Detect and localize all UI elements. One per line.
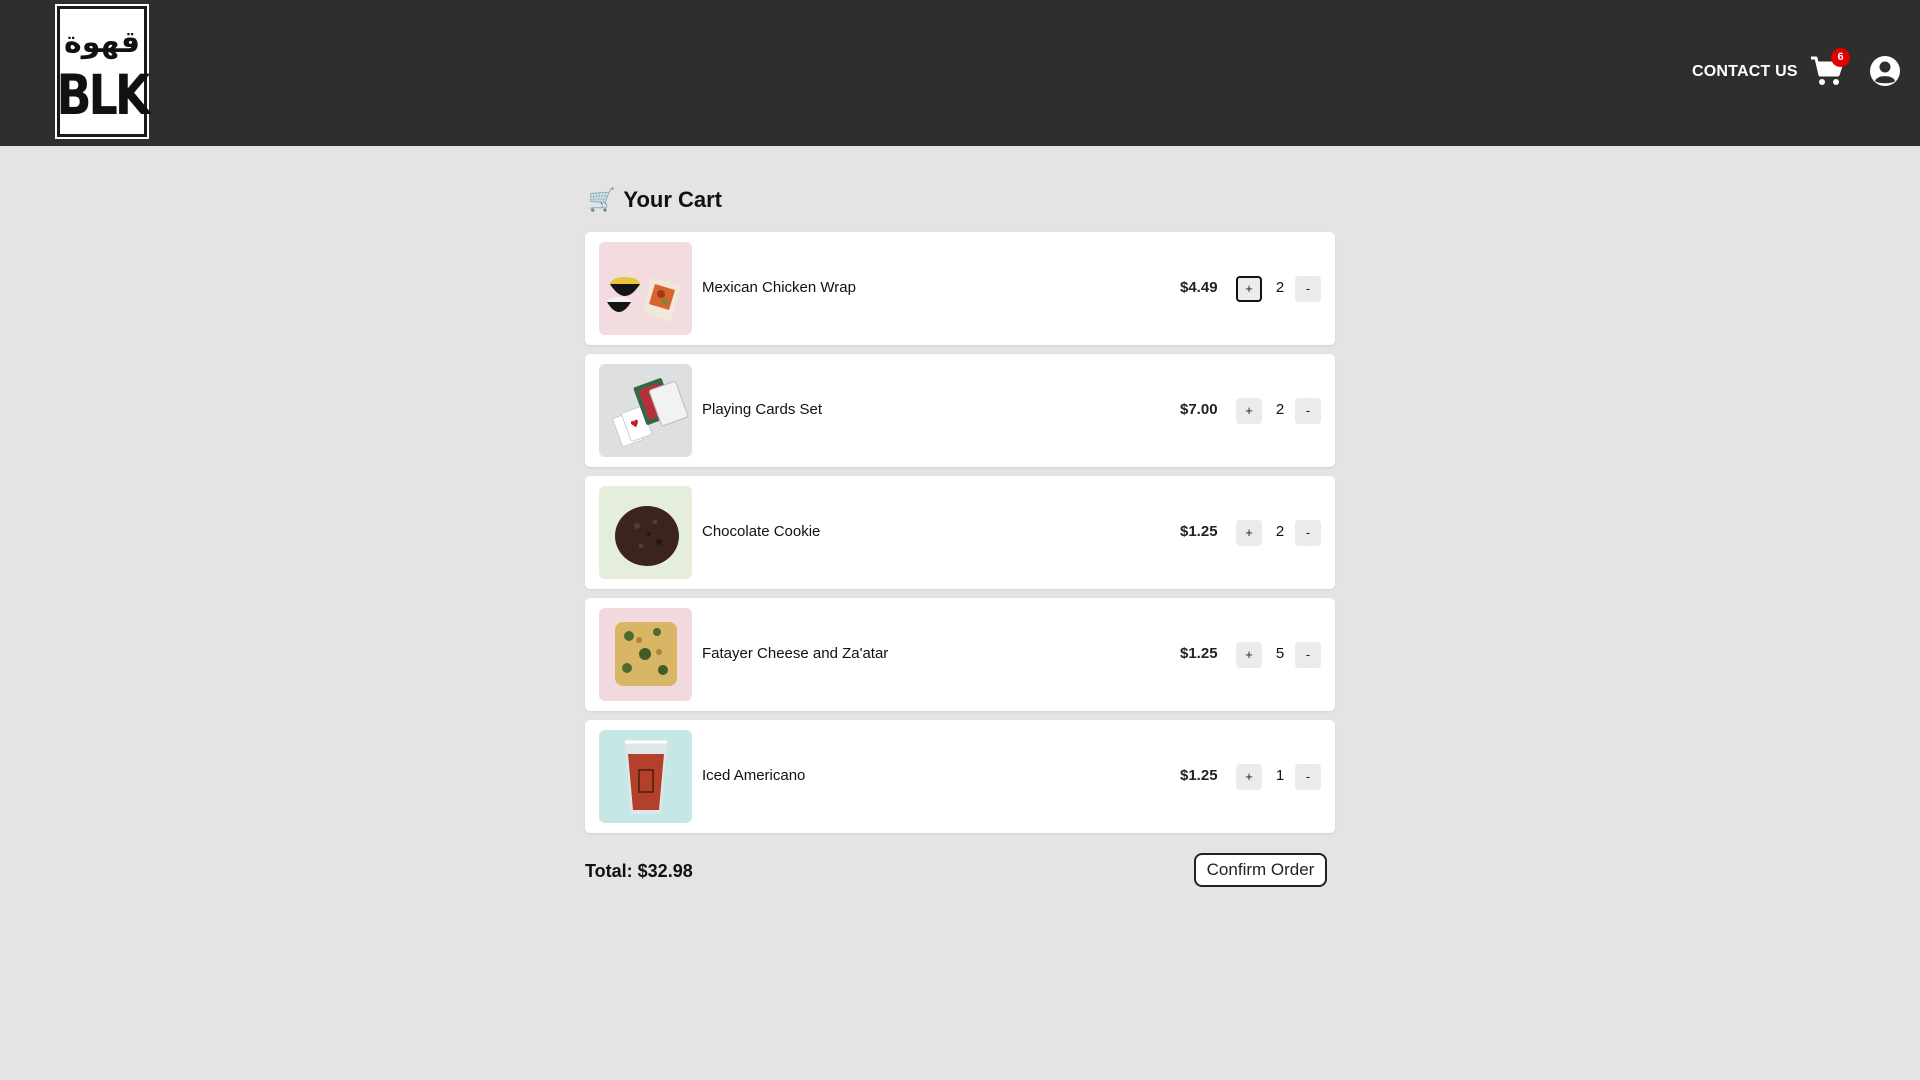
- item-quantity: 2: [1275, 401, 1285, 418]
- product-image: [599, 730, 692, 823]
- increase-quantity-button[interactable]: +: [1236, 642, 1262, 668]
- item-price: $4.49: [1180, 279, 1218, 296]
- product-image: [599, 242, 692, 335]
- increase-quantity-button[interactable]: +: [1236, 764, 1262, 790]
- increase-quantity-button[interactable]: +: [1236, 520, 1262, 546]
- confirm-order-button[interactable]: Confirm Order: [1194, 853, 1327, 887]
- item-price: $1.25: [1180, 523, 1218, 540]
- item-name: Fatayer Cheese and Za'atar: [702, 645, 889, 662]
- item-name: Iced Americano: [702, 767, 806, 784]
- logo-arabic-text: قهوة: [64, 24, 140, 60]
- item-name: Mexican Chicken Wrap: [702, 279, 856, 296]
- product-image: ♥: [599, 364, 692, 457]
- cart-item: Mexican Chicken Wrap $4.49 + 2 -: [585, 232, 1335, 345]
- cart-item: Chocolate Cookie $1.25 + 2 -: [585, 476, 1335, 589]
- decrease-quantity-button[interactable]: -: [1295, 398, 1321, 424]
- cart-total: Total: $32.98: [585, 861, 693, 881]
- item-price: $1.25: [1180, 767, 1218, 784]
- item-quantity: 2: [1275, 523, 1285, 540]
- product-image: [599, 608, 692, 701]
- item-price: $7.00: [1180, 401, 1218, 418]
- user-circle-icon[interactable]: [1869, 55, 1901, 87]
- brand-logo[interactable]: قهوة BLK: [55, 4, 151, 139]
- item-quantity: 2: [1275, 279, 1285, 296]
- decrease-quantity-button[interactable]: -: [1295, 276, 1321, 302]
- logo-latin-text: BLK: [56, 62, 150, 127]
- item-name: Chocolate Cookie: [702, 523, 821, 540]
- cart-item: ♥ Playing Cards Set $7.00 + 2 -: [585, 354, 1335, 467]
- cart-item: Fatayer Cheese and Za'atar $1.25 + 5 -: [585, 598, 1335, 711]
- cart-heading: 🛒 Your Cart: [588, 185, 722, 215]
- page-title: Your Cart: [623, 187, 723, 212]
- top-navbar: قهوة BLK CONTACT US 6: [0, 0, 1920, 146]
- contact-us-link[interactable]: CONTACT US: [1692, 63, 1798, 83]
- item-quantity: 1: [1275, 767, 1285, 784]
- item-quantity: 5: [1275, 645, 1285, 662]
- item-price: $1.25: [1180, 645, 1218, 662]
- cart-item: Iced Americano $1.25 + 1 -: [585, 720, 1335, 833]
- decrease-quantity-button[interactable]: -: [1295, 642, 1321, 668]
- decrease-quantity-button[interactable]: -: [1295, 520, 1321, 546]
- increase-quantity-button[interactable]: +: [1236, 276, 1262, 302]
- cart-count-badge: 6: [1831, 48, 1850, 67]
- item-name: Playing Cards Set: [702, 401, 823, 418]
- increase-quantity-button[interactable]: +: [1236, 398, 1262, 424]
- decrease-quantity-button[interactable]: -: [1295, 764, 1321, 790]
- cart-emoji-icon: 🛒: [588, 187, 616, 212]
- product-image: [599, 486, 692, 579]
